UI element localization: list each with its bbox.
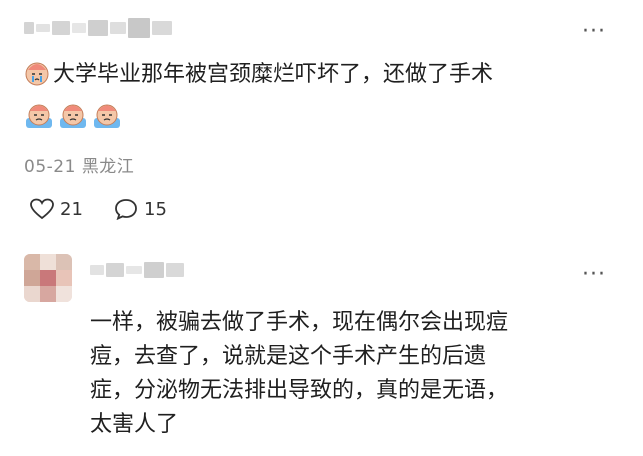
like-count: 21 (60, 198, 83, 220)
comment-text-line: 大学毕业那年被宫颈糜烂吓坏了，还做了手术 (53, 62, 494, 87)
reply-button[interactable]: 15 (114, 198, 167, 220)
reply-text-line: 一样，被骗去做了手术，现在偶尔会出现痘 (90, 310, 509, 335)
reply-count: 15 (144, 198, 167, 220)
avatar-blurred (24, 254, 72, 302)
comment-bubble-icon (115, 199, 137, 220)
comment-meta: 05-21 黑龙江 (24, 152, 134, 177)
comment-thread: ··· 大学毕业那年被宫颈糜烂吓坏了，还做了手术 05-21 黑龙江 21 15… (0, 0, 643, 456)
heart-icon (30, 198, 54, 220)
like-button[interactable]: 21 (30, 198, 83, 220)
username-blurred[interactable] (24, 18, 172, 38)
crying-emoji-icon (26, 104, 52, 128)
reply-text-line: 痘，去查了，说就是这个手术产生的后遗 (90, 344, 487, 369)
more-options-button[interactable]: ··· (582, 264, 606, 286)
crying-face-emoji (25, 62, 49, 86)
comment-location: 黑龙江 (81, 157, 135, 177)
username-blurred[interactable] (90, 262, 184, 278)
emoji-row (24, 102, 122, 130)
reply-text-line: 症，分泌物无法排出导致的，真的是无语， (90, 378, 509, 403)
crying-emoji-icon (94, 104, 120, 128)
reply-text-line: 太害人了 (90, 412, 179, 437)
comment-date: 05-21 (24, 157, 76, 177)
more-options-button[interactable]: ··· (582, 21, 606, 43)
crying-emoji-icon (60, 104, 86, 128)
comment-text: 大学毕业那年被宫颈糜烂吓坏了，还做了手术 (24, 58, 493, 92)
reply-text: 一样，被骗去做了手术，现在偶尔会出现痘 痘，去查了，说就是这个手术产生的后遗 症… (90, 306, 508, 442)
avatar[interactable] (24, 254, 72, 302)
